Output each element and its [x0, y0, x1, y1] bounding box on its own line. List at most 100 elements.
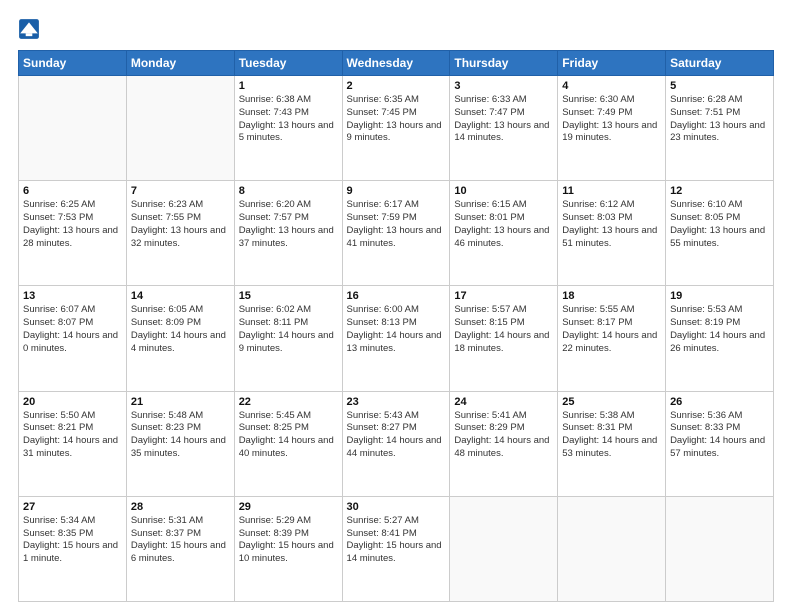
day-number: 7 — [131, 185, 230, 197]
day-info: Sunrise: 6:38 AM Sunset: 7:43 PM Dayligh… — [239, 94, 338, 145]
day-info: Sunrise: 5:41 AM Sunset: 8:29 PM Dayligh… — [454, 410, 553, 461]
day-header-wednesday: Wednesday — [342, 51, 450, 76]
calendar-week-row: 13 Sunrise: 6:07 AM Sunset: 8:07 PM Dayli… — [19, 286, 774, 391]
day-header-friday: Friday — [558, 51, 666, 76]
calendar-cell: 16 Sunrise: 6:00 AM Sunset: 8:13 PM Dayli… — [342, 286, 450, 391]
calendar-cell: 25 Sunrise: 5:38 AM Sunset: 8:31 PM Dayli… — [558, 391, 666, 496]
day-info: Sunrise: 6:07 AM Sunset: 8:07 PM Dayligh… — [23, 304, 122, 355]
day-info: Sunrise: 5:53 AM Sunset: 8:19 PM Dayligh… — [670, 304, 769, 355]
day-number: 17 — [454, 290, 553, 302]
day-number: 12 — [670, 185, 769, 197]
day-header-sunday: Sunday — [19, 51, 127, 76]
day-number: 18 — [562, 290, 661, 302]
day-info: Sunrise: 6:20 AM Sunset: 7:57 PM Dayligh… — [239, 199, 338, 250]
day-info: Sunrise: 6:25 AM Sunset: 7:53 PM Dayligh… — [23, 199, 122, 250]
day-number: 6 — [23, 185, 122, 197]
day-number: 25 — [562, 396, 661, 408]
day-number: 9 — [347, 185, 446, 197]
day-number: 13 — [23, 290, 122, 302]
day-info: Sunrise: 6:17 AM Sunset: 7:59 PM Dayligh… — [347, 199, 446, 250]
day-info: Sunrise: 6:10 AM Sunset: 8:05 PM Dayligh… — [670, 199, 769, 250]
calendar-cell: 9 Sunrise: 6:17 AM Sunset: 7:59 PM Daylig… — [342, 181, 450, 286]
calendar-cell: 24 Sunrise: 5:41 AM Sunset: 8:29 PM Dayli… — [450, 391, 558, 496]
calendar-cell: 8 Sunrise: 6:20 AM Sunset: 7:57 PM Daylig… — [234, 181, 342, 286]
day-info: Sunrise: 6:02 AM Sunset: 8:11 PM Dayligh… — [239, 304, 338, 355]
day-info: Sunrise: 5:57 AM Sunset: 8:15 PM Dayligh… — [454, 304, 553, 355]
day-number: 24 — [454, 396, 553, 408]
day-number: 16 — [347, 290, 446, 302]
calendar-cell: 7Sunrise: 6:23 AM Sunset: 7:55 PM Daylig… — [126, 181, 234, 286]
logo — [18, 18, 44, 40]
day-number: 21 — [131, 396, 230, 408]
calendar-cell: 30 Sunrise: 5:27 AM Sunset: 8:41 PM Dayli… — [342, 496, 450, 601]
day-number: 23 — [347, 396, 446, 408]
day-info: Sunrise: 5:45 AM Sunset: 8:25 PM Dayligh… — [239, 410, 338, 461]
calendar-cell: 12 Sunrise: 6:10 AM Sunset: 8:05 PM Dayli… — [666, 181, 774, 286]
day-number: 15 — [239, 290, 338, 302]
day-info: Sunrise: 5:36 AM Sunset: 8:33 PM Dayligh… — [670, 410, 769, 461]
day-info: Sunrise: 6:30 AM Sunset: 7:49 PM Dayligh… — [562, 94, 661, 145]
calendar-week-row: 27Sunrise: 5:34 AM Sunset: 8:35 PM Dayli… — [19, 496, 774, 601]
calendar-cell: 2 Sunrise: 6:35 AM Sunset: 7:45 PM Daylig… — [342, 76, 450, 181]
day-number: 28 — [131, 501, 230, 513]
calendar-cell: 18 Sunrise: 5:55 AM Sunset: 8:17 PM Dayli… — [558, 286, 666, 391]
day-info: Sunrise: 6:12 AM Sunset: 8:03 PM Dayligh… — [562, 199, 661, 250]
calendar-cell: 28 Sunrise: 5:31 AM Sunset: 8:37 PM Dayli… — [126, 496, 234, 601]
day-info: Sunrise: 5:38 AM Sunset: 8:31 PM Dayligh… — [562, 410, 661, 461]
day-info: Sunrise: 5:43 AM Sunset: 8:27 PM Dayligh… — [347, 410, 446, 461]
header — [18, 18, 774, 40]
calendar-table: SundayMondayTuesdayWednesdayThursdayFrid… — [18, 50, 774, 602]
calendar-cell: 3 Sunrise: 6:33 AM Sunset: 7:47 PM Daylig… — [450, 76, 558, 181]
calendar-cell: 1 Sunrise: 6:38 AM Sunset: 7:43 PM Daylig… — [234, 76, 342, 181]
calendar-cell — [558, 496, 666, 601]
day-number: 20 — [23, 396, 122, 408]
calendar-cell — [126, 76, 234, 181]
calendar-week-row: 6 Sunrise: 6:25 AM Sunset: 7:53 PM Daylig… — [19, 181, 774, 286]
day-number: 1 — [239, 80, 338, 92]
day-info: Sunrise: 5:34 AM Sunset: 8:35 PM Dayligh… — [23, 515, 122, 566]
calendar-cell: 20 Sunrise: 5:50 AM Sunset: 8:21 PM Dayli… — [19, 391, 127, 496]
day-info: Sunrise: 5:31 AM Sunset: 8:37 PM Dayligh… — [131, 515, 230, 566]
day-header-monday: Monday — [126, 51, 234, 76]
day-info: Sunrise: 6:35 AM Sunset: 7:45 PM Dayligh… — [347, 94, 446, 145]
day-number: 8 — [239, 185, 338, 197]
calendar-cell: 17 Sunrise: 5:57 AM Sunset: 8:15 PM Dayli… — [450, 286, 558, 391]
day-number: 11 — [562, 185, 661, 197]
calendar-cell — [19, 76, 127, 181]
calendar-cell: 29Sunrise: 5:29 AM Sunset: 8:39 PM Dayli… — [234, 496, 342, 601]
logo-icon — [18, 18, 40, 40]
day-info: Sunrise: 6:00 AM Sunset: 8:13 PM Dayligh… — [347, 304, 446, 355]
day-number: 2 — [347, 80, 446, 92]
day-info: Sunrise: 6:05 AM Sunset: 8:09 PM Dayligh… — [131, 304, 230, 355]
day-info: Sunrise: 6:28 AM Sunset: 7:51 PM Dayligh… — [670, 94, 769, 145]
calendar-header-row: SundayMondayTuesdayWednesdayThursdayFrid… — [19, 51, 774, 76]
calendar-cell: 14 Sunrise: 6:05 AM Sunset: 8:09 PM Dayli… — [126, 286, 234, 391]
calendar-cell: 5 Sunrise: 6:28 AM Sunset: 7:51 PM Daylig… — [666, 76, 774, 181]
day-number: 3 — [454, 80, 553, 92]
calendar-cell — [450, 496, 558, 601]
day-number: 10 — [454, 185, 553, 197]
day-number: 30 — [347, 501, 446, 513]
calendar-cell: 21Sunrise: 5:48 AM Sunset: 8:23 PM Dayli… — [126, 391, 234, 496]
page: SundayMondayTuesdayWednesdayThursdayFrid… — [0, 0, 792, 612]
calendar-cell: 10 Sunrise: 6:15 AM Sunset: 8:01 PM Dayli… — [450, 181, 558, 286]
day-info: Sunrise: 5:27 AM Sunset: 8:41 PM Dayligh… — [347, 515, 446, 566]
day-number: 26 — [670, 396, 769, 408]
day-number: 19 — [670, 290, 769, 302]
day-number: 5 — [670, 80, 769, 92]
day-header-thursday: Thursday — [450, 51, 558, 76]
calendar-week-row: 1 Sunrise: 6:38 AM Sunset: 7:43 PM Daylig… — [19, 76, 774, 181]
day-number: 14 — [131, 290, 230, 302]
day-info: Sunrise: 6:15 AM Sunset: 8:01 PM Dayligh… — [454, 199, 553, 250]
day-info: Sunrise: 5:50 AM Sunset: 8:21 PM Dayligh… — [23, 410, 122, 461]
day-info: Sunrise: 6:33 AM Sunset: 7:47 PM Dayligh… — [454, 94, 553, 145]
day-number: 4 — [562, 80, 661, 92]
calendar-cell: 15 Sunrise: 6:02 AM Sunset: 8:11 PM Dayli… — [234, 286, 342, 391]
day-number: 29 — [239, 501, 338, 513]
calendar-cell: 23 Sunrise: 5:43 AM Sunset: 8:27 PM Dayli… — [342, 391, 450, 496]
calendar-cell: 19 Sunrise: 5:53 AM Sunset: 8:19 PM Dayli… — [666, 286, 774, 391]
day-header-saturday: Saturday — [666, 51, 774, 76]
day-info: Sunrise: 5:55 AM Sunset: 8:17 PM Dayligh… — [562, 304, 661, 355]
calendar-cell: 13 Sunrise: 6:07 AM Sunset: 8:07 PM Dayli… — [19, 286, 127, 391]
calendar-cell: 11 Sunrise: 6:12 AM Sunset: 8:03 PM Dayli… — [558, 181, 666, 286]
